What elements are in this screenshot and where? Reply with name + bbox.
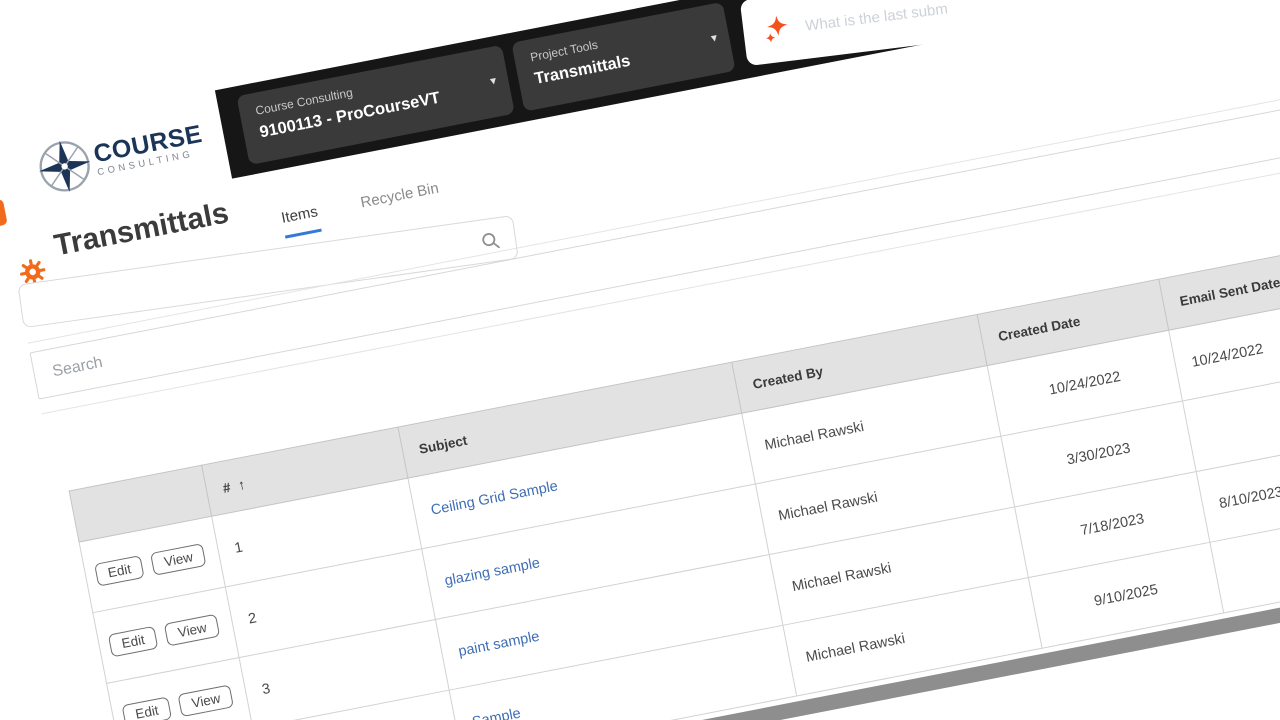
subject-link[interactable]: Sample	[471, 705, 522, 720]
sort-ascending-icon[interactable]: ↑	[237, 475, 247, 492]
compass-icon	[39, 140, 91, 193]
edit-button[interactable]: Edit	[121, 696, 173, 720]
column-label: Email Sent Date	[1178, 274, 1280, 309]
ai-spark-icon	[766, 15, 788, 43]
tab-recycle-bin[interactable]: Recycle Bin	[359, 180, 442, 224]
edit-button[interactable]: Edit	[107, 625, 159, 658]
transmittals-table: # ↑ Subject Created By Created Date Email Sen…	[69, 110, 1280, 720]
column-label: Created By	[751, 363, 825, 392]
view-button[interactable]: View	[164, 613, 221, 647]
edit-button[interactable]: Edit	[94, 555, 145, 587]
subject-link[interactable]: glazing sample	[443, 555, 541, 589]
view-button[interactable]: View	[177, 684, 235, 718]
transmittals-page: COURSE CONSULTING Course Consulting 9100…	[0, 0, 1280, 720]
app-window: COURSE CONSULTING Course Consulting 9100…	[0, 0, 1280, 720]
tab-items[interactable]: Items	[279, 203, 322, 239]
chevron-down-icon: ▾	[488, 73, 498, 89]
column-label: Created Date	[996, 313, 1082, 345]
view-button[interactable]: View	[150, 543, 207, 576]
subject-link[interactable]: Ceiling Grid Sample	[429, 478, 559, 518]
chevron-down-icon: ▾	[709, 30, 719, 46]
page-title: Transmittals	[51, 196, 232, 263]
ai-search-placeholder: What is the last subm	[804, 0, 949, 35]
project-tools-dropdown[interactable]: Project Tools Transmittals ▾	[511, 1, 736, 112]
project-selector-dropdown[interactable]: Course Consulting 9100113 - ProCourseVT …	[236, 44, 515, 166]
column-label: #	[221, 479, 232, 496]
search-icon	[482, 233, 500, 249]
ai-search-bar[interactable]: What is the last subm	[739, 0, 1280, 67]
subject-link[interactable]: paint sample	[457, 628, 541, 659]
column-label: Subject	[417, 432, 469, 457]
company-logo: COURSE CONSULTING	[29, 98, 239, 207]
sidebar-tool-icon[interactable]	[0, 198, 8, 230]
